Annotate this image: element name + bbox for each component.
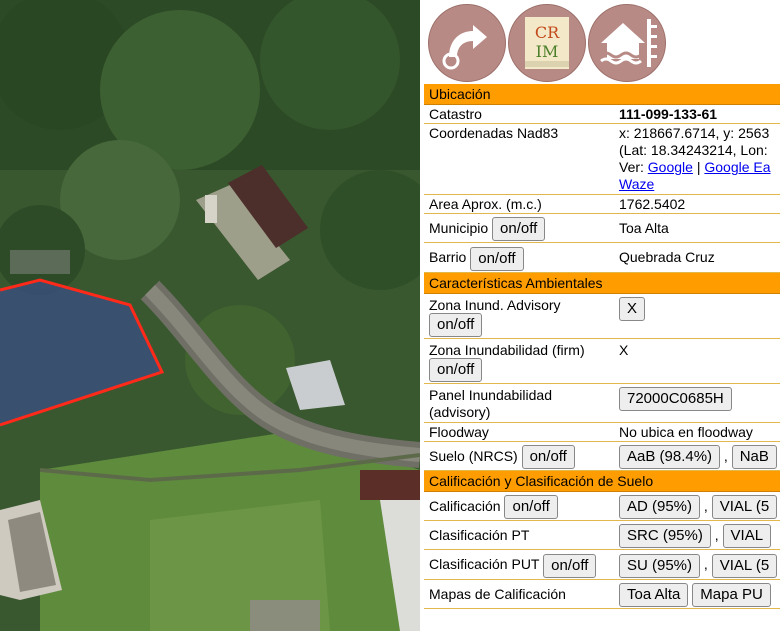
municipio-value: Toa Alta <box>614 213 780 244</box>
panel-label: Panel Inundabilidad <box>429 386 552 403</box>
calificacion-toggle-button[interactable]: on/off <box>504 495 558 520</box>
barrio-toggle-button[interactable]: on/off <box>470 246 524 271</box>
municipio-toggle-button[interactable]: on/off <box>492 217 546 242</box>
clasificacion-put-toggle-button[interactable]: on/off <box>543 553 597 578</box>
coord-links: Ver: Google | Google Ea <box>619 159 771 175</box>
coord-xy: x: 218667.6714, y: 2563 <box>619 125 770 141</box>
ambientales-table: Zona Inund. Advisory on/off X Zona Inund… <box>424 293 780 471</box>
calificacion-table: Calificación on/off AD (95%) , VIAL (5 C… <box>424 491 780 610</box>
coord-latlon: (Lat: 18.34243214, Lon: <box>619 142 768 158</box>
floodway-label: Floodway <box>424 422 614 442</box>
aerial-imagery <box>0 0 420 631</box>
aerial-map[interactable] <box>0 0 420 631</box>
zona-advisory-x-button[interactable]: X <box>619 296 646 321</box>
row-suelo: Suelo (NRCS) on/off AaB (98.4%) , NaB <box>424 441 780 471</box>
catastro-label: Catastro <box>424 105 614 124</box>
clasificacion-pt-vial-button[interactable]: VIAL <box>722 524 772 549</box>
panel-label-sub: (advisory) <box>429 403 491 420</box>
zona-firm-label: Zona Inundabilidad (firm) <box>429 341 585 358</box>
municipio-label: Municipio <box>429 220 489 236</box>
zona-firm-toggle-button[interactable]: on/off <box>429 357 483 382</box>
ver-label: Ver: <box>619 159 644 175</box>
barrio-value: Quebrada Cruz <box>614 242 780 273</box>
zona-advisory-label: Zona Inund. Advisory <box>429 296 561 313</box>
catastro-value: 111-099-133-61 <box>614 105 780 124</box>
row-clasificacion-put: Clasificación PUT on/off SU (95%) , VIAL… <box>424 549 780 580</box>
calificacion-ad-button[interactable]: AD (95%) <box>619 495 701 520</box>
suelo-label: Suelo (NRCS) <box>429 447 518 464</box>
suelo-nab-button[interactable]: NaB <box>731 444 777 469</box>
google-link[interactable]: Google <box>648 159 693 175</box>
row-calificacion: Calificación on/off AD (95%) , VIAL (5 <box>424 491 780 522</box>
row-area: Area Aprox. (m.c.) 1762.5402 <box>424 194 780 214</box>
mapas-toa-alta-button[interactable]: Toa Alta <box>619 583 689 608</box>
logo-bar: CR IM <box>424 0 780 84</box>
crim-logo-icon[interactable]: CR IM <box>508 4 586 82</box>
section-calificacion: Calificación y Clasificación de Suelo <box>424 470 780 492</box>
svg-text:IM: IM <box>536 42 559 61</box>
ubicacion-table: Catastro 111-099-133-61 Coordenadas Nad8… <box>424 105 780 273</box>
row-panel: Panel Inundabilidad (advisory) 72000C068… <box>424 383 780 423</box>
panel-value-button[interactable]: 72000C0685H <box>619 386 732 411</box>
row-barrio: Barrio on/off Quebrada Cruz <box>424 242 780 273</box>
barrio-label: Barrio <box>429 249 467 266</box>
row-clasificacion-pt: Clasificación PT SRC (95%) , VIAL <box>424 520 780 551</box>
svg-text:CR: CR <box>535 23 560 42</box>
area-label: Area Aprox. (m.c.) <box>424 194 614 214</box>
waze-link[interactable]: Waze <box>619 176 654 192</box>
arrow-logo-icon[interactable] <box>428 4 506 82</box>
clasificacion-pt-src-button[interactable]: SRC (95%) <box>619 524 711 549</box>
mapas-label: Mapas de Calificación <box>424 579 614 610</box>
calificacion-label: Calificación <box>429 497 501 514</box>
area-value: 1762.5402 <box>614 194 780 214</box>
calificacion-vial-button[interactable]: VIAL (5 <box>711 495 778 520</box>
suelo-aab-button[interactable]: AaB (98.4%) <box>619 444 721 469</box>
coord-label: Coordenadas Nad83 <box>424 123 614 195</box>
mapas-pu-button[interactable]: Mapa PU <box>692 583 771 608</box>
flood-house-logo-icon[interactable] <box>588 4 666 82</box>
clasificacion-put-label: Clasificación PUT <box>429 556 540 573</box>
zona-firm-value: X <box>614 338 780 384</box>
row-zona-advisory: Zona Inund. Advisory on/off X <box>424 293 780 339</box>
zona-advisory-toggle-button[interactable]: on/off <box>429 312 483 337</box>
row-zona-firm: Zona Inundabilidad (firm) on/off X <box>424 338 780 384</box>
section-ambientales: Características Ambientales <box>424 272 780 294</box>
clasificacion-put-su-button[interactable]: SU (95%) <box>619 553 701 578</box>
google-earth-link[interactable]: Google Ea <box>704 159 770 175</box>
row-coordenadas: Coordenadas Nad83 x: 218667.6714, y: 256… <box>424 123 780 195</box>
row-municipio: Municipio on/off Toa Alta <box>424 213 780 244</box>
row-floodway: Floodway No ubica en floodway <box>424 422 780 442</box>
info-panel: CR IM Ubicación Catastro 111-099-133-61 … <box>424 0 780 631</box>
suelo-toggle-button[interactable]: on/off <box>521 444 575 469</box>
clasificacion-put-vial-button[interactable]: VIAL (5 <box>711 553 778 578</box>
floodway-value: No ubica en floodway <box>614 422 780 442</box>
row-mapas: Mapas de Calificación Toa Alta Mapa PU <box>424 579 780 610</box>
row-catastro: Catastro 111-099-133-61 <box>424 105 780 124</box>
section-ubicacion: Ubicación <box>424 84 780 105</box>
clasificacion-pt-label: Clasificación PT <box>424 520 614 551</box>
